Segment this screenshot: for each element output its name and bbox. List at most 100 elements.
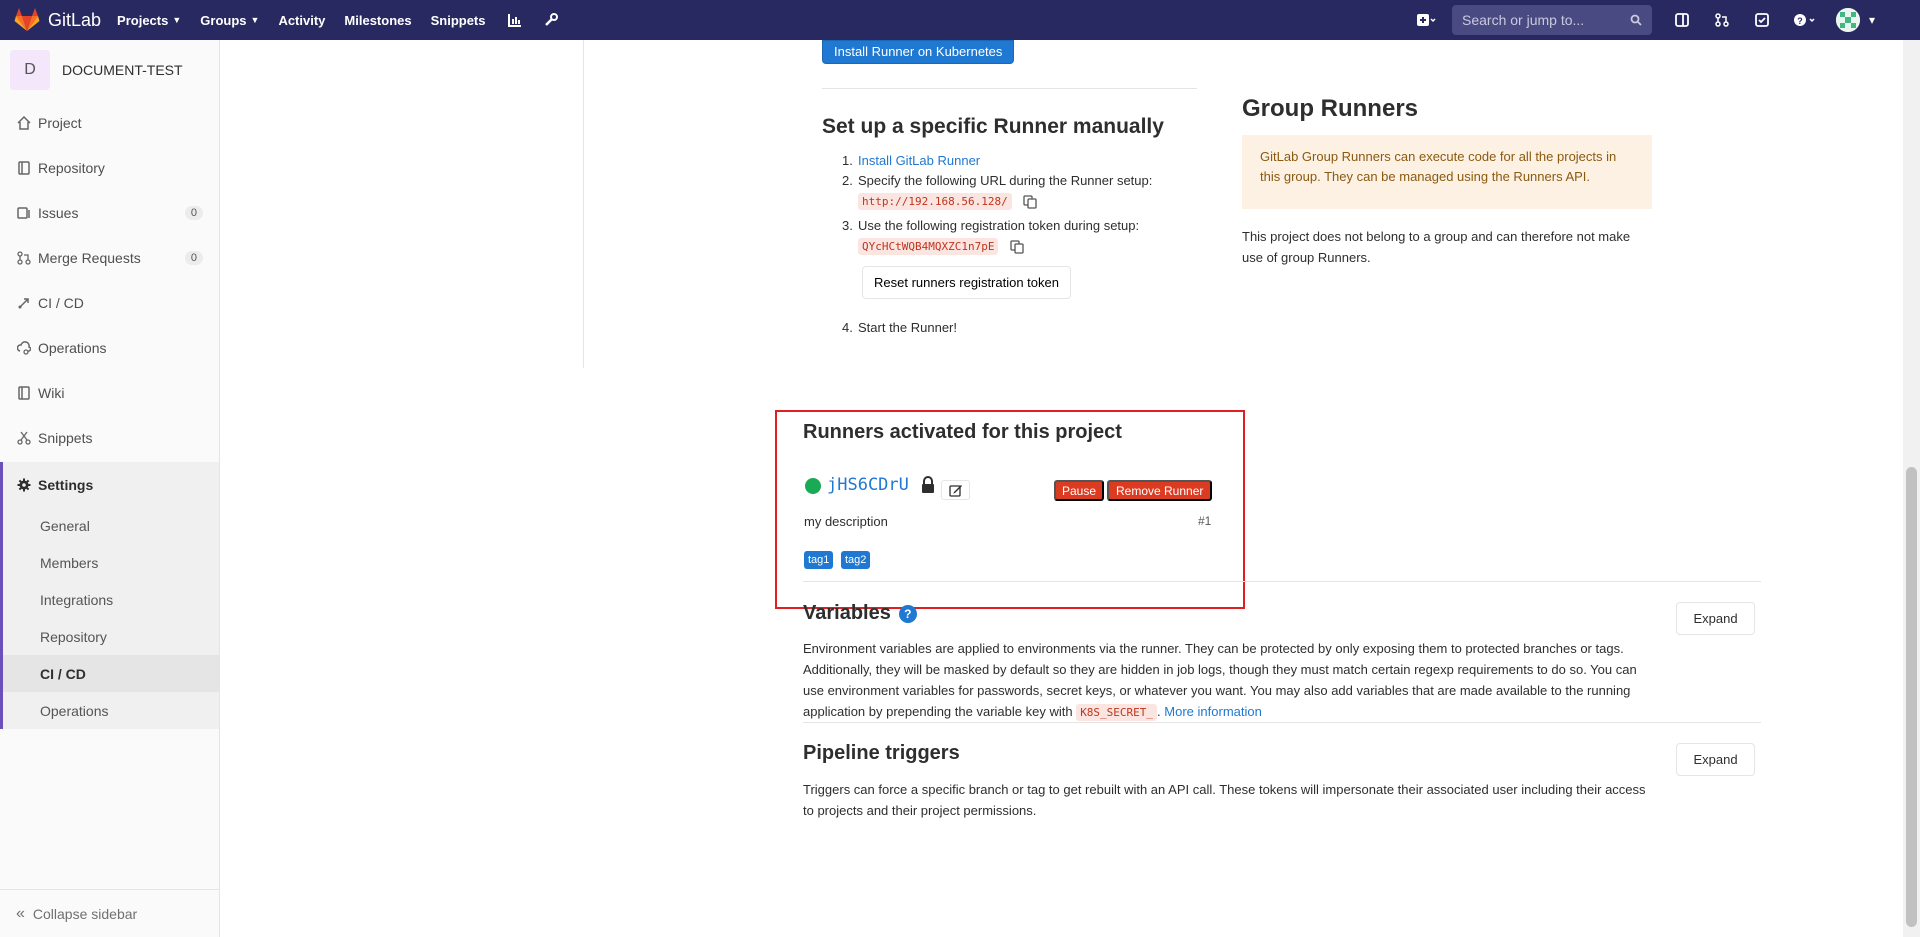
sidebar-item-merge-requests[interactable]: Merge Requests 0 [0,235,219,280]
rocket-icon [16,295,32,311]
step-4-text: Start the Runner! [858,320,957,335]
merge-requests-count-badge: 0 [184,250,203,265]
user-avatar[interactable] [1836,8,1860,32]
section-divider [803,722,1761,723]
sidebar-item-issues[interactable]: Issues 0 [0,190,219,235]
sidebar-item-label: Operations [38,339,107,356]
remove-runner-button[interactable]: Remove Runner [1107,480,1213,501]
settings-section: Settings General Members Integrations Re… [0,462,219,729]
merge-request-icon[interactable] [1708,6,1736,34]
sidebar-item-project[interactable]: Project [0,100,219,145]
sidebar-item-repository[interactable]: Repository [0,145,219,190]
copy-url-icon[interactable] [1023,194,1037,209]
question-circle-icon[interactable]: ? [898,604,917,623]
search-icon [1630,14,1642,26]
variables-expand-button[interactable]: Expand [1676,602,1755,635]
main-content: Install Runner on Kubernetes Set up a sp… [221,40,1911,937]
section-divider [803,581,1761,582]
k8s-secret-prefix-code: K8S_SECRET_ [1076,704,1158,721]
token-row: QYcHCtWQB4MQXZC1n7pE [842,236,1152,257]
plus-square-icon[interactable] [1412,6,1440,34]
registration-token-code: QYcHCtWQB4MQXZC1n7pE [858,238,999,255]
collapse-sidebar-button[interactable]: « Collapse sidebar [0,889,219,937]
project-sidebar: D DOCUMENT-TEST Project Repository Issue… [0,40,220,937]
group-runners-warning: GitLab Group Runners can execute code fo… [1242,135,1652,209]
book-icon [16,160,32,176]
runner-tag: tag1 [804,551,834,569]
more-information-link[interactable]: More information [1164,704,1262,719]
setup-runner-title: Set up a specific Runner manually [822,115,1164,138]
lock-icon [920,476,936,494]
url-row: http://192.168.56.128/ [842,191,1152,212]
triggers-expand-button[interactable]: Expand [1676,743,1755,776]
settings-sub-members[interactable]: Members [3,544,219,581]
settings-sub-ci-cd[interactable]: CI / CD [3,655,219,692]
project-header[interactable]: D DOCUMENT-TEST [0,40,219,100]
divider [822,88,1197,89]
step-4: 4. Start the Runner! [842,320,957,335]
settings-sub-general[interactable]: General [3,507,219,544]
todo-check-icon[interactable] [1748,6,1776,34]
sidebar-toggle-icon[interactable] [1668,6,1696,34]
svg-text:?: ? [1797,16,1803,26]
sidebar-item-snippets[interactable]: Snippets [0,415,219,460]
vertical-scrollbar[interactable] [1903,40,1920,937]
step-3: 3. Use the following registration token d… [842,218,1140,233]
runner-id-link[interactable]: jHS6CDrU [827,475,909,495]
group-runners-title: Group Runners [1242,95,1419,122]
scrollbar-thumb[interactable] [1906,467,1917,927]
sidebar-item-operations[interactable]: Operations [0,325,219,370]
runner-description: my description [804,514,888,529]
help-icon[interactable]: ? [1788,6,1824,34]
settings-sub-integrations[interactable]: Integrations [3,581,219,618]
search-input[interactable]: Search or jump to... [1452,5,1652,35]
edit-runner-button[interactable] [941,480,970,500]
gitlab-logo[interactable]: GitLab [14,8,101,32]
reset-registration-token-button[interactable]: Reset runners registration token [862,266,1071,299]
project-name: DOCUMENT-TEST [62,62,183,78]
home-icon [16,115,32,131]
install-runner-kubernetes-button[interactable]: Install Runner on Kubernetes [822,40,1015,64]
copy-token-icon[interactable] [1010,239,1024,254]
sidebar-item-wiki[interactable]: Wiki [0,370,219,415]
gitlab-tanuki-icon [14,8,40,31]
project-avatar: D [10,50,50,90]
nav-groups[interactable]: Groups ▼ [200,13,259,28]
settings-sub-operations[interactable]: Operations [3,692,219,729]
nav-snippets[interactable]: Snippets [431,13,486,28]
pipeline-triggers-title: Pipeline triggers [803,742,960,764]
settings-sub-repository[interactable]: Repository [3,618,219,655]
step-1: 1. Install GitLab Runner [842,153,981,168]
runner-url-code: http://192.168.56.128/ [858,193,1012,210]
group-runners-note: This project does not belong to a group … [1242,229,1631,265]
sidebar-item-label: Project [38,114,82,131]
sidebar-item-settings[interactable]: Settings [3,462,219,507]
sidebar-item-label: Snippets [38,429,93,446]
chart-icon[interactable] [505,10,525,30]
activated-runners-title: Runners activated for this project [803,421,1122,443]
sidebar-item-label: Merge Requests [38,249,141,266]
step-3-text: Use the following registration token dur… [858,218,1140,233]
chevron-down-icon: ▼ [172,15,182,25]
step-2-text: Specify the following URL during the Run… [858,173,1153,188]
sidebar-item-label: Repository [38,159,105,176]
collapse-sidebar-label: Collapse sidebar [32,905,138,922]
brand-name: GitLab [48,9,102,30]
sidebar-item-label: CI / CD [38,294,84,311]
pause-runner-button[interactable]: Pause [1054,480,1105,501]
chevron-down-icon: ▼ [250,15,260,25]
variables-text-end: . [1157,704,1161,719]
pencil-square-icon [948,485,962,497]
wrench-icon[interactable] [541,10,561,30]
runner-status-online-icon [805,478,821,494]
sidebar-item-label: Settings [38,476,94,493]
top-navbar: GitLab Projects ▼ Groups ▼ Activity Milest… [0,0,1920,40]
issues-icon [16,205,32,221]
install-gitlab-runner-link[interactable]: Install GitLab Runner [858,153,980,168]
nav-projects[interactable]: Projects ▼ [117,13,181,28]
nav-activity[interactable]: Activity [278,13,325,28]
chevron-down-icon[interactable]: ▾ [1864,6,1880,34]
nav-milestones[interactable]: Milestones [344,13,411,28]
issues-count-badge: 0 [184,205,203,220]
sidebar-item-ci-cd[interactable]: CI / CD [0,280,219,325]
